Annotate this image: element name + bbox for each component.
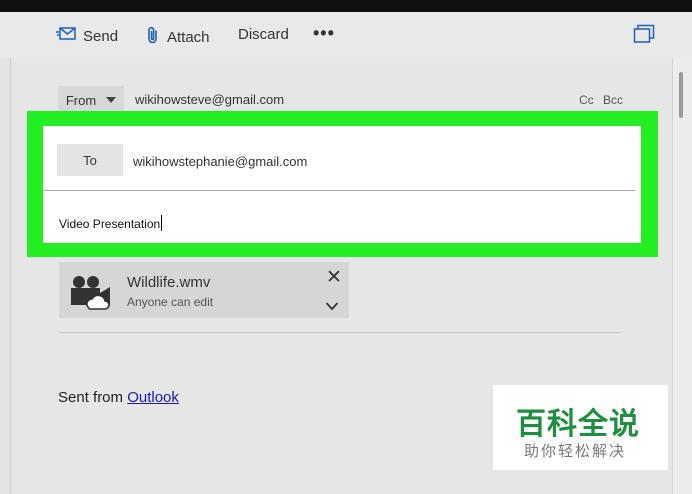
attach-label: Attach <box>167 28 210 46</box>
more-options-button[interactable]: ••• <box>313 23 335 44</box>
watermark-title: 百科全说 <box>516 407 640 442</box>
scrollbar-thumb[interactable] <box>679 72 683 118</box>
title-bar <box>0 0 692 12</box>
attachment-options-chevron-icon[interactable] <box>325 298 339 316</box>
from-address: wikihowsteve@gmail.com <box>135 92 285 107</box>
send-label: Send <box>83 27 119 45</box>
field-divider <box>43 190 635 191</box>
left-gutter <box>0 58 10 494</box>
email-signature[interactable]: Sent from Outlook <box>58 389 179 406</box>
compose-toolbar: Send Attach Discard ••• <box>0 12 692 58</box>
watermark-logo: 百科全说 助你轻松解决 <box>493 385 668 470</box>
discard-button[interactable]: Discard <box>238 26 289 43</box>
to-button[interactable]: To <box>57 144 123 176</box>
discard-label: Discard <box>238 26 289 43</box>
remove-attachment-button[interactable]: ✕ <box>326 266 342 289</box>
signature-prefix: Sent from <box>58 389 128 406</box>
to-recipient-field[interactable]: wikihowstephanie@gmail.com <box>133 154 307 169</box>
chevron-down-icon <box>106 97 117 103</box>
send-button[interactable]: Send <box>56 26 118 46</box>
attachment-file-name: Wildlife.wmv <box>127 274 211 291</box>
popout-icon <box>633 24 655 48</box>
subject-field[interactable]: Video Presentation <box>59 215 163 231</box>
send-icon <box>56 26 76 46</box>
scrollbar-track[interactable] <box>672 58 692 494</box>
attach-button[interactable]: Attach <box>146 26 210 48</box>
from-button[interactable]: From <box>58 86 124 114</box>
cc-button[interactable]: Cc <box>579 93 594 107</box>
more-label: ••• <box>313 23 335 43</box>
video-camera-icon <box>68 274 114 315</box>
compose-left-border <box>10 58 11 494</box>
popout-button[interactable] <box>633 24 655 48</box>
attachment-card[interactable]: Wildlife.wmv Anyone can edit ✕ <box>59 262 349 318</box>
attachment-divider <box>59 332 622 333</box>
from-label: From <box>65 92 97 108</box>
paperclip-icon <box>146 26 160 48</box>
bcc-button[interactable]: Bcc <box>603 93 623 107</box>
to-label: To <box>83 152 97 168</box>
text-cursor <box>161 215 163 231</box>
outlook-link[interactable]: Outlook <box>127 389 179 406</box>
attachment-permission: Anyone can edit <box>127 295 214 309</box>
watermark-subtitle: 助你轻松解决 <box>524 442 627 460</box>
subject-text: Video Presentation <box>59 217 161 231</box>
